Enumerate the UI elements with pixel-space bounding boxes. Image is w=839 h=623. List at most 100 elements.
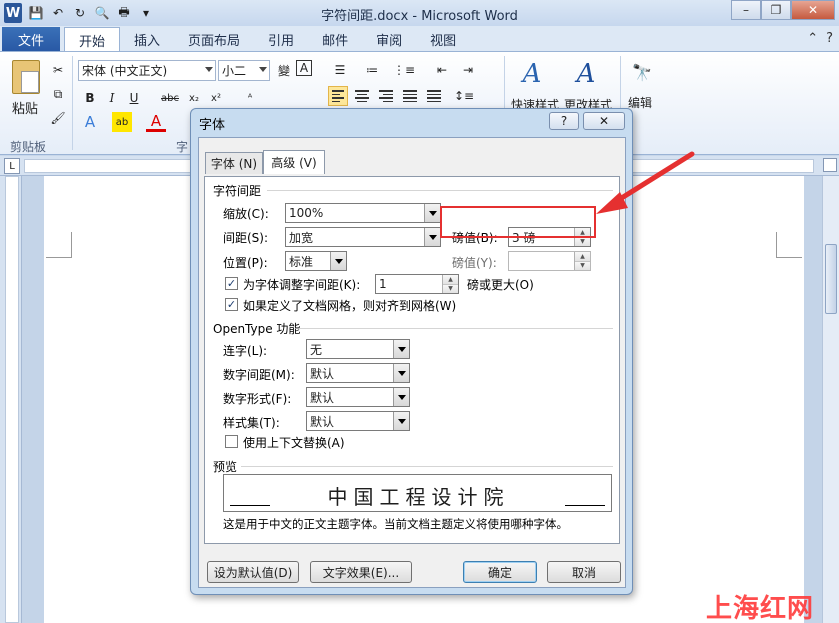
num-forms-label: 数字形式(F): bbox=[223, 392, 292, 406]
position-dropdown-icon[interactable] bbox=[330, 252, 346, 270]
ligatures-select[interactable]: 无 bbox=[306, 339, 410, 359]
char-border-icon[interactable]: A bbox=[296, 60, 312, 76]
highlight-icon[interactable]: ab bbox=[112, 112, 132, 132]
tab-view[interactable]: 视图 bbox=[416, 27, 470, 52]
position-pt-spinner[interactable]: ▲ ▼ bbox=[574, 252, 590, 270]
view-ruler-icon[interactable] bbox=[823, 158, 837, 172]
vertical-scrollbar[interactable] bbox=[822, 176, 839, 623]
print-preview-icon[interactable]: 🔍 bbox=[94, 5, 110, 21]
align-left-icon[interactable] bbox=[328, 86, 348, 106]
paste-icon[interactable] bbox=[12, 60, 40, 94]
paste-button[interactable]: 粘贴 bbox=[12, 98, 38, 117]
format-painter-icon[interactable]: 🖌 bbox=[48, 108, 68, 128]
increase-indent-icon[interactable]: ⇥ bbox=[458, 60, 478, 80]
text-effects-button[interactable]: 文字效果(E)... bbox=[310, 561, 412, 583]
preview-note: 这是用于中文的正文主题字体。当前文档主题定义将使用哪种字体。 bbox=[223, 517, 568, 531]
undo-icon[interactable]: ↶ bbox=[50, 5, 66, 21]
tab-mailings[interactable]: 邮件 bbox=[308, 27, 362, 52]
position-pt-input[interactable]: ▲ ▼ bbox=[508, 251, 591, 271]
tab-references[interactable]: 引用 bbox=[254, 27, 308, 52]
strikethrough-icon[interactable]: abc bbox=[160, 88, 180, 108]
tab-font[interactable]: 字体 (N) bbox=[205, 152, 263, 174]
font-color-icon[interactable]: A bbox=[146, 112, 166, 132]
close-icon[interactable]: ✕ bbox=[791, 0, 835, 20]
num-forms-select[interactable]: 默认 bbox=[306, 387, 410, 407]
tab-advanced[interactable]: 高级 (V) bbox=[263, 150, 325, 174]
multilevel-list-icon[interactable]: ⋮≡ bbox=[393, 60, 415, 80]
cut-icon[interactable]: ✂ bbox=[48, 60, 68, 80]
tab-review[interactable]: 审阅 bbox=[362, 27, 416, 52]
distributed-icon[interactable] bbox=[424, 86, 444, 106]
clear-formatting-icon[interactable]: ᴬ bbox=[240, 88, 260, 108]
num-spacing-dropdown-icon[interactable] bbox=[393, 364, 409, 382]
line-spacing-icon[interactable]: ↕≡ bbox=[454, 86, 474, 106]
position-select[interactable]: 标准 bbox=[285, 251, 347, 271]
tab-page-layout[interactable]: 页面布局 bbox=[174, 27, 254, 52]
decrease-indent-icon[interactable]: ⇤ bbox=[432, 60, 452, 80]
phonetic-guide-icon[interactable]: 變 bbox=[274, 60, 294, 80]
spacing-label: 间距(S): bbox=[223, 231, 269, 245]
cancel-button[interactable]: 取消 bbox=[547, 561, 621, 583]
dialog-help-button[interactable]: ? bbox=[549, 112, 579, 130]
dialog-body: 字体 (N) 高级 (V) 字符间距 缩放(C): 100% 间距(S): 加宽… bbox=[198, 137, 626, 588]
bullets-icon[interactable]: ☰ bbox=[330, 60, 350, 80]
font-name-combo[interactable]: 宋体 (中文正文) bbox=[78, 60, 216, 81]
opentype-section-title: OpenType 功能 bbox=[213, 322, 301, 336]
numbering-icon[interactable]: ≔ bbox=[362, 60, 382, 80]
underline-icon[interactable]: U bbox=[124, 88, 144, 108]
grid-checkbox[interactable]: ✓ bbox=[225, 298, 238, 311]
word-logo-icon[interactable]: W bbox=[4, 3, 22, 23]
scale-label: 缩放(C): bbox=[223, 207, 269, 221]
contextual-alternates-label: 使用上下文替换(A) bbox=[243, 436, 345, 450]
quick-access-toolbar: W 💾 ↶ ↻ 🔍 🖶 ▾ bbox=[0, 0, 154, 26]
change-styles-icon[interactable]: A bbox=[570, 58, 602, 90]
redo-icon[interactable]: ↻ bbox=[72, 5, 88, 21]
tab-home[interactable]: 开始 bbox=[64, 27, 121, 52]
ok-button[interactable]: 确定 bbox=[463, 561, 537, 583]
stylistic-set-select[interactable]: 默认 bbox=[306, 411, 410, 431]
kerning-suffix: 磅或更大(O) bbox=[467, 278, 534, 292]
subscript-icon[interactable]: x₂ bbox=[184, 88, 204, 108]
kerning-spinner[interactable]: ▲ ▼ bbox=[442, 275, 458, 293]
scale-value: 100% bbox=[289, 206, 324, 220]
scale-select[interactable]: 100% bbox=[285, 203, 441, 223]
italic-icon[interactable]: I bbox=[102, 88, 122, 108]
superscript-icon[interactable]: x² bbox=[206, 88, 226, 108]
preview-sample-text: 中国工程设计院 bbox=[327, 485, 510, 509]
set-default-button[interactable]: 设为默认值(D) bbox=[207, 561, 299, 583]
edit-button[interactable]: 编辑 bbox=[628, 94, 652, 111]
find-icon[interactable]: 🔭 bbox=[632, 62, 652, 82]
bold-icon[interactable]: B bbox=[80, 88, 100, 108]
num-spacing-select[interactable]: 默认 bbox=[306, 363, 410, 383]
help-icon[interactable]: ? bbox=[826, 31, 833, 46]
copy-icon[interactable]: ⧉ bbox=[48, 84, 68, 104]
kerning-input[interactable]: 1 ▲ ▼ bbox=[375, 274, 459, 294]
contextual-alternates-checkbox[interactable] bbox=[225, 435, 238, 448]
ribbon-tabs: 文件 开始 插入 页面布局 引用 邮件 审阅 视图 ⌃ ? bbox=[0, 26, 839, 52]
text-effects-icon[interactable]: A bbox=[80, 112, 100, 132]
align-right-icon[interactable] bbox=[376, 86, 396, 106]
save-icon[interactable]: 💾 bbox=[28, 5, 44, 21]
restore-icon[interactable]: ❐ bbox=[761, 0, 791, 20]
kerning-checkbox[interactable]: ✓ bbox=[225, 277, 238, 290]
scale-dropdown-icon[interactable] bbox=[424, 204, 440, 222]
spacing-dropdown-icon[interactable] bbox=[424, 228, 440, 246]
stylistic-set-dropdown-icon[interactable] bbox=[393, 412, 409, 430]
justify-icon[interactable] bbox=[400, 86, 420, 106]
num-forms-dropdown-icon[interactable] bbox=[393, 388, 409, 406]
font-size-combo[interactable]: 小二 bbox=[218, 60, 270, 81]
spacing-value: 加宽 bbox=[289, 230, 314, 245]
ligatures-dropdown-icon[interactable] bbox=[393, 340, 409, 358]
file-tab[interactable]: 文件 bbox=[2, 27, 60, 52]
customize-qat-icon[interactable]: ▾ bbox=[138, 5, 154, 21]
print-icon[interactable]: 🖶 bbox=[116, 5, 132, 21]
ribbon-minimize-icon[interactable]: ⌃ bbox=[807, 31, 818, 46]
spacing-select[interactable]: 加宽 bbox=[285, 227, 441, 247]
tab-insert[interactable]: 插入 bbox=[120, 27, 174, 52]
tab-selector-icon[interactable]: L bbox=[4, 158, 20, 174]
minimize-icon[interactable]: – bbox=[731, 0, 761, 20]
align-center-icon[interactable] bbox=[352, 86, 372, 106]
quick-styles-icon[interactable]: A bbox=[516, 58, 548, 90]
dialog-close-button[interactable]: ✕ bbox=[583, 112, 625, 130]
scrollbar-thumb[interactable] bbox=[825, 244, 837, 314]
